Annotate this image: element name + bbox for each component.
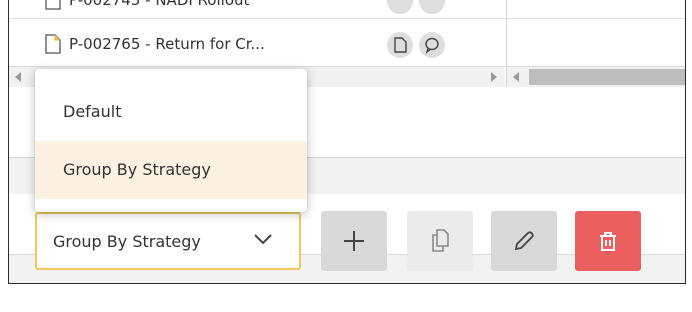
app-frame: P-002745 - NADI Rollout P-002765 - Retur… bbox=[8, 0, 686, 284]
comment-action-button[interactable] bbox=[419, 32, 445, 58]
trash-icon bbox=[600, 232, 616, 251]
document-action-button[interactable] bbox=[387, 32, 413, 58]
group-by-select[interactable]: Group By Strategy bbox=[35, 212, 301, 270]
row-title[interactable]: P-002765 - Return for Cr... bbox=[69, 35, 265, 53]
pencil-icon bbox=[514, 231, 534, 251]
scrollbar-thumb[interactable] bbox=[529, 69, 685, 85]
chevron-down-icon bbox=[254, 234, 272, 245]
scroll-right-icon[interactable] bbox=[491, 72, 497, 82]
table-row[interactable]: P-002765 - Return for Cr... bbox=[9, 28, 685, 64]
scroll-left-icon[interactable] bbox=[513, 72, 519, 82]
copy-button[interactable] bbox=[407, 211, 473, 271]
add-button[interactable] bbox=[321, 211, 387, 271]
file-icon bbox=[45, 0, 61, 10]
edit-button[interactable] bbox=[491, 211, 557, 271]
option-label: Default bbox=[63, 102, 122, 121]
document-icon bbox=[394, 37, 407, 53]
document-action-button[interactable] bbox=[387, 0, 413, 14]
option-label: Group By Strategy bbox=[63, 160, 211, 179]
comment-action-button[interactable] bbox=[419, 0, 445, 14]
dropdown-option-group-by-strategy[interactable]: Group By Strategy bbox=[35, 141, 307, 199]
group-by-dropdown-menu: Default Group By Strategy bbox=[35, 69, 307, 212]
table-row[interactable]: P-002745 - NADI Rollout bbox=[9, 0, 685, 19]
group-by-value: Group By Strategy bbox=[53, 232, 201, 251]
comment-icon bbox=[425, 37, 439, 54]
row-title[interactable]: P-002745 - NADI Rollout bbox=[69, 0, 249, 9]
plus-icon bbox=[344, 231, 364, 251]
file-icon bbox=[45, 34, 61, 54]
dropdown-option-default[interactable]: Default bbox=[35, 83, 307, 141]
right-horizontal-scrollbar[interactable] bbox=[507, 66, 685, 88]
delete-button[interactable] bbox=[575, 211, 641, 271]
scroll-left-icon[interactable] bbox=[15, 72, 21, 82]
copy-icon bbox=[432, 229, 449, 252]
